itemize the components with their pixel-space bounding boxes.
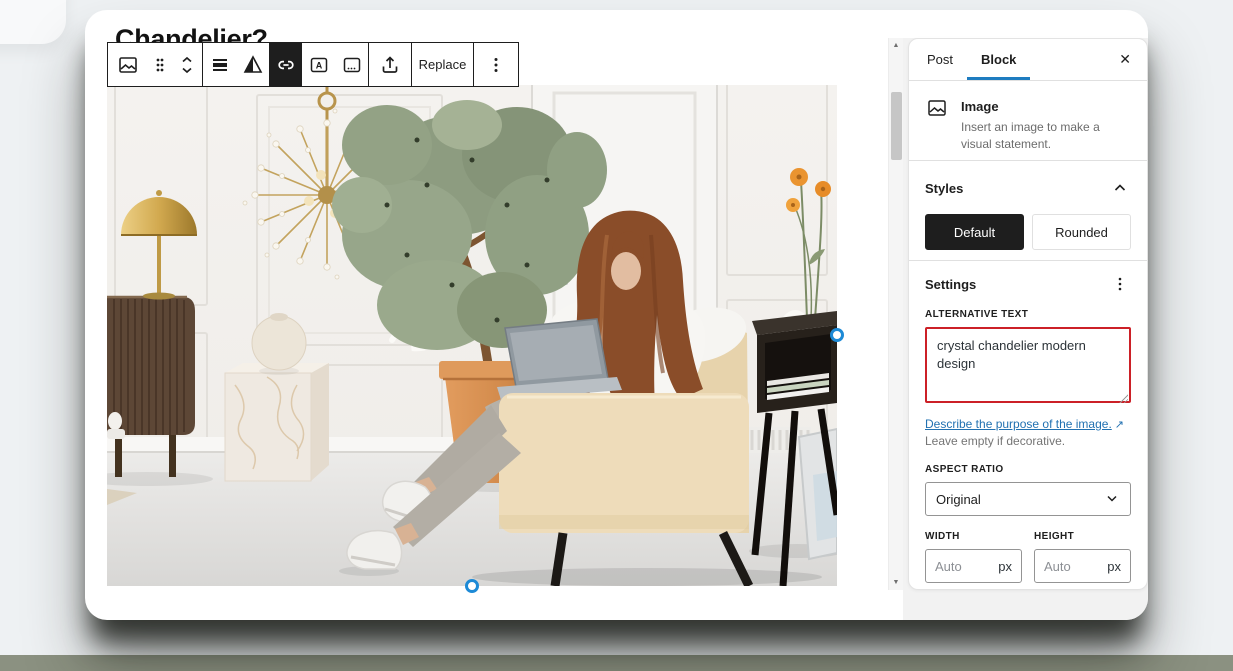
alt-text-label: ALTERNATIVE TEXT (925, 309, 1131, 320)
scrollbar-up-arrow-icon[interactable]: ▲ (889, 38, 903, 53)
width-input-box: px (925, 549, 1022, 583)
toolbar-block-group (108, 43, 202, 86)
alt-text-input[interactable]: crystal chandelier modern design (925, 327, 1131, 403)
external-link-icon: ↗ (1115, 419, 1124, 431)
canvas-scrollbar[interactable]: ▲ ▼ (888, 38, 903, 590)
image-block-type-icon[interactable] (108, 43, 148, 86)
svg-text:A: A (315, 60, 322, 70)
aspect-ratio-select[interactable]: Original (925, 482, 1131, 516)
link-icon[interactable] (269, 43, 302, 86)
style-default-button[interactable]: Default (925, 214, 1024, 250)
living-room-photo (107, 85, 837, 586)
width-unit-label: px (998, 559, 1012, 574)
toolbar-media-group (369, 43, 411, 86)
drag-handle-icon[interactable] (148, 43, 172, 86)
aspect-ratio-label: ASPECT RATIO (925, 464, 1131, 475)
width-input[interactable] (935, 559, 998, 574)
styles-section: Styles Default Rounded (909, 161, 1147, 261)
block-info-card: Image Insert an image to make a visual s… (909, 81, 1147, 161)
resize-handle-bottom[interactable] (465, 579, 479, 593)
text-over-image-icon[interactable]: A (302, 43, 335, 86)
aspect-ratio-value: Original (936, 492, 981, 507)
toolbar-format-group: A (203, 43, 368, 86)
upload-icon[interactable] (369, 43, 411, 86)
block-mover-icon[interactable] (172, 43, 202, 86)
block-description: Insert an image to make a visual stateme… (961, 119, 1129, 154)
scrollbar-thumb[interactable] (891, 92, 902, 160)
backdrop-bottom-strip (0, 655, 1233, 671)
settings-options-icon[interactable] (1109, 273, 1131, 295)
sidebar-header: Post Block ✕ (909, 39, 1147, 81)
marble-pedestal (225, 363, 329, 481)
toolbar-options-group (474, 43, 518, 86)
settings-section: Settings ALTERNATIVE TEXT crystal chande… (909, 261, 1147, 583)
image-block-icon (925, 96, 949, 160)
styles-title: Styles (925, 181, 963, 196)
width-label: WIDTH (925, 531, 1022, 542)
replace-button[interactable]: Replace (412, 43, 473, 86)
style-rounded-button[interactable]: Rounded (1032, 214, 1131, 250)
height-input[interactable] (1044, 559, 1107, 574)
block-toolbar: A Replace (107, 42, 519, 87)
duotone-filter-icon[interactable] (236, 43, 269, 86)
tab-block[interactable]: Block (967, 39, 1030, 80)
describe-purpose-link[interactable]: Describe the purpose of the image. (925, 417, 1112, 431)
block-title: Image (961, 99, 1129, 114)
desktop-background: Chandelier? (0, 0, 1233, 671)
decorative-note: Leave empty if decorative. (925, 434, 1131, 448)
selected-image-block[interactable] (107, 85, 837, 586)
editor-window: Chandelier? (85, 10, 1148, 620)
height-label: HEIGHT (1034, 531, 1131, 542)
chevron-down-icon (1104, 490, 1120, 509)
options-menu-icon[interactable] (474, 43, 518, 86)
settings-title: Settings (925, 277, 976, 292)
height-input-box: px (1034, 549, 1131, 583)
height-unit-label: px (1107, 559, 1121, 574)
caption-icon[interactable] (335, 43, 368, 86)
chevron-up-icon[interactable] (1109, 177, 1131, 199)
scrollbar-down-arrow-icon[interactable]: ▼ (889, 575, 903, 590)
align-icon[interactable] (203, 43, 236, 86)
settings-sidebar: Post Block ✕ Image Insert an image to ma… (908, 38, 1148, 590)
resize-handle-right[interactable] (830, 328, 844, 342)
tab-post[interactable]: Post (913, 39, 967, 80)
close-icon[interactable]: ✕ (1107, 39, 1143, 80)
backdrop-card-corner (0, 0, 66, 44)
